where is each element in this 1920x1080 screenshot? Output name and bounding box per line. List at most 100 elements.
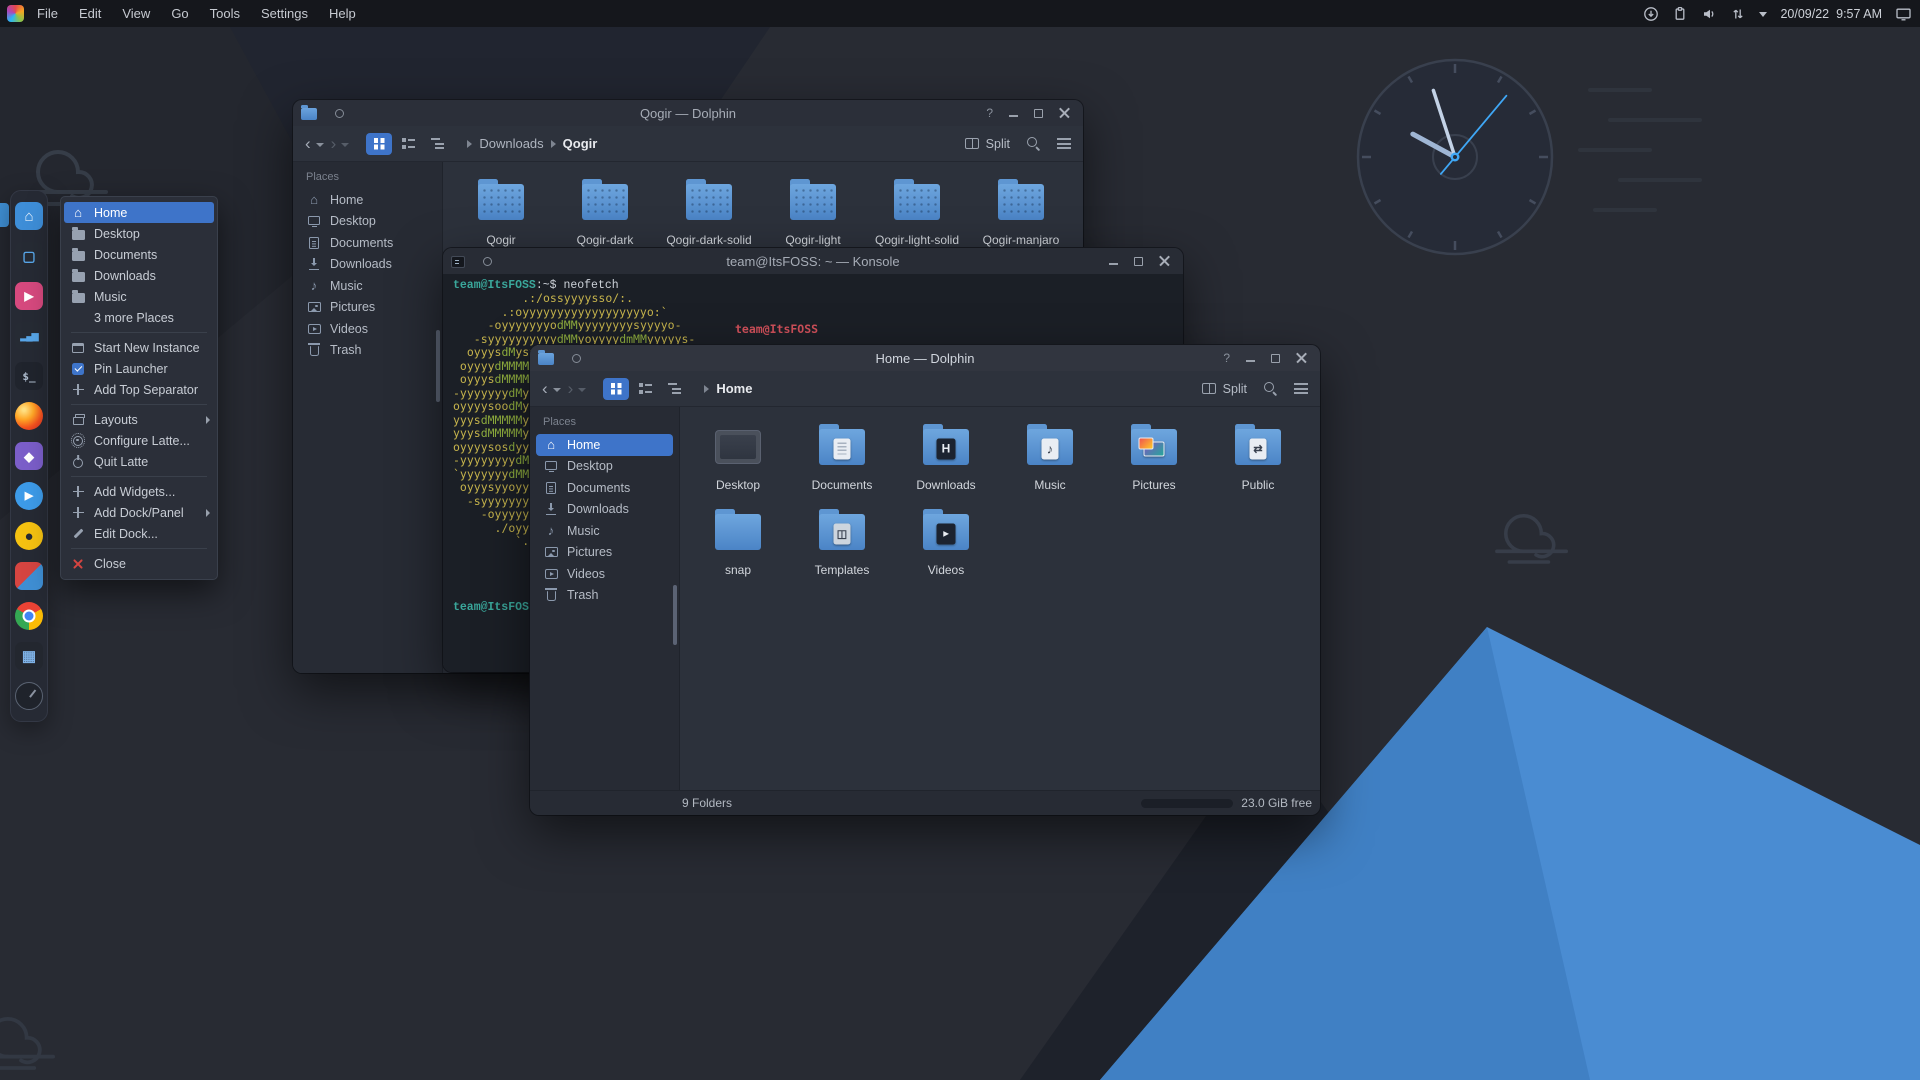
search-icon[interactable] (1026, 136, 1041, 151)
icons-view-button[interactable] (366, 132, 393, 155)
panel-clock[interactable]: 20/09/22 9:57 AM (1780, 7, 1882, 21)
place-item-videos[interactable]: Videos (299, 318, 436, 340)
minimize-button[interactable] (1246, 359, 1255, 362)
close-button[interactable] (1159, 256, 1170, 267)
folder-item-qogir-dark-solid[interactable]: Qogir-dark-solid (657, 172, 761, 251)
place-item-home[interactable]: ⌂ Home (299, 189, 436, 211)
folder-item-documents[interactable]: Documents (790, 417, 894, 496)
tree-view-button[interactable] (424, 133, 450, 155)
split-button[interactable]: Split (1201, 382, 1247, 396)
folder-item-qogir[interactable]: Qogir (449, 172, 553, 251)
details-view-button[interactable] (395, 133, 421, 155)
place-item-home[interactable]: ⌂ Home (536, 434, 673, 456)
menu-item-configure-latte[interactable]: Configure Latte... (64, 430, 214, 451)
place-item-documents[interactable]: Documents (536, 477, 673, 499)
scrollbar-thumb[interactable] (436, 330, 440, 402)
dock-item-media-player[interactable]: ▢ (14, 241, 44, 271)
place-item-music[interactable]: ♪ Music (299, 275, 436, 297)
titlebar[interactable]: team@ItsFOSS: ~ — Konsole (443, 248, 1183, 274)
dock-item-music-app[interactable]: ● (14, 521, 44, 551)
menu-go[interactable]: Go (171, 6, 188, 21)
dock-item-design-app[interactable]: ◆ (14, 441, 44, 471)
dock-item-clock-app[interactable] (14, 681, 44, 711)
menu-item-pin-launcher[interactable]: Pin Launcher (64, 358, 214, 379)
menu-item-add-top-separator[interactable]: Add Top Separator (64, 379, 214, 400)
help-button[interactable]: ? (1223, 352, 1230, 364)
place-item-documents[interactable]: Documents (299, 232, 436, 254)
close-button[interactable] (1059, 108, 1070, 119)
network-icon[interactable] (1730, 6, 1746, 22)
forward-history-caret[interactable] (341, 142, 350, 147)
dock-item-media-suite[interactable] (14, 561, 44, 591)
menu-item-edit-dock[interactable]: Edit Dock... (64, 523, 214, 544)
breadcrumb-home[interactable]: Home (716, 381, 752, 396)
hamburger-menu-icon[interactable] (1057, 138, 1071, 149)
dock-item-file-manager[interactable]: ⌂ (14, 201, 44, 231)
show-desktop-icon[interactable] (1895, 6, 1912, 22)
menu-item-add-dock-panel[interactable]: Add Dock/Panel (64, 502, 214, 523)
folder-item-qogir-dark[interactable]: Qogir-dark (553, 172, 657, 251)
place-item-desktop[interactable]: Desktop (536, 456, 673, 478)
menu-file[interactable]: File (37, 6, 58, 21)
search-icon[interactable] (1263, 381, 1278, 396)
dock-item-terminal[interactable]: $_ (14, 361, 44, 391)
menu-edit[interactable]: Edit (79, 6, 101, 21)
folder-item-videos[interactable]: ▸ Videos (894, 502, 998, 581)
place-item-videos[interactable]: Videos (536, 563, 673, 585)
place-item-pictures[interactable]: Pictures (299, 297, 436, 319)
dock-item-firefox[interactable] (14, 401, 44, 431)
place-item-music[interactable]: ♪ Music (536, 520, 673, 542)
place-item-downloads[interactable]: Downloads (299, 254, 436, 276)
hidden-dock-item[interactable] (0, 203, 9, 227)
minimize-button[interactable] (1109, 262, 1118, 265)
close-button[interactable] (1296, 353, 1307, 364)
split-button[interactable]: Split (964, 137, 1010, 151)
folder-item-downloads[interactable]: H Downloads (894, 417, 998, 496)
menu-item-downloads[interactable]: Downloads (64, 265, 214, 286)
folder-item-qogir-light-solid[interactable]: Qogir-light-solid (865, 172, 969, 251)
breadcrumb-downloads[interactable]: Downloads (479, 136, 543, 151)
dock-item-screen-tool[interactable]: ▦ (14, 641, 44, 671)
icons-view-button[interactable] (603, 377, 630, 400)
menu-tools[interactable]: Tools (210, 6, 240, 21)
folder-item-music[interactable]: ♪ Music (998, 417, 1102, 496)
scrollbar-thumb[interactable] (673, 585, 677, 645)
menu-item-music[interactable]: Music (64, 286, 214, 307)
place-item-downloads[interactable]: Downloads (536, 499, 673, 521)
keep-above-icon[interactable] (483, 256, 492, 266)
app-launcher-icon[interactable] (7, 5, 24, 22)
menu-item-start-new-instance[interactable]: Start New Instance (64, 337, 214, 358)
menu-item-documents[interactable]: Documents (64, 244, 214, 265)
folder-item-pictures[interactable]: Pictures (1102, 417, 1206, 496)
back-history-caret[interactable] (552, 387, 561, 392)
keep-above-icon[interactable] (572, 353, 581, 363)
menu-item-home[interactable]: ⌂ Home (64, 202, 214, 223)
volume-icon[interactable] (1701, 6, 1717, 22)
dock-item-messenger[interactable]: ▶ (14, 481, 44, 511)
clipboard-icon[interactable] (1672, 6, 1688, 22)
hamburger-menu-icon[interactable] (1294, 383, 1308, 394)
dock-item-video-player[interactable]: ▶ (14, 281, 44, 311)
dock-item-system-monitor[interactable]: ▂▄▆ (14, 321, 44, 351)
forward-history-caret[interactable] (578, 387, 587, 392)
place-item-trash[interactable]: Trash (299, 340, 436, 362)
menu-item-quit-latte[interactable]: Quit Latte (64, 451, 214, 472)
menu-view[interactable]: View (122, 6, 150, 21)
folder-item-snap[interactable]: snap (686, 502, 790, 581)
folder-item-public[interactable]: ⇄ Public (1206, 417, 1310, 496)
place-item-pictures[interactable]: Pictures (536, 542, 673, 564)
menu-item-3-more-places[interactable]: 3 more Places (64, 307, 214, 328)
menu-item-add-widgets[interactable]: Add Widgets... (64, 481, 214, 502)
menu-item-desktop[interactable]: Desktop (64, 223, 214, 244)
folder-item-templates[interactable]: ◫ Templates (790, 502, 894, 581)
folder-item-qogir-manjaro[interactable]: Qogir-manjaro (969, 172, 1073, 251)
tree-view-button[interactable] (661, 378, 687, 400)
back-button[interactable]: ‹ (305, 135, 311, 152)
titlebar[interactable]: Home — Dolphin ? (530, 345, 1320, 371)
updates-icon[interactable] (1643, 6, 1659, 22)
help-button[interactable]: ? (986, 107, 993, 119)
folder-item-desktop[interactable]: Desktop (686, 417, 790, 496)
forward-button[interactable]: › (568, 380, 574, 397)
maximize-button[interactable] (1034, 108, 1043, 118)
breadcrumb-qogir[interactable]: Qogir (563, 136, 598, 151)
